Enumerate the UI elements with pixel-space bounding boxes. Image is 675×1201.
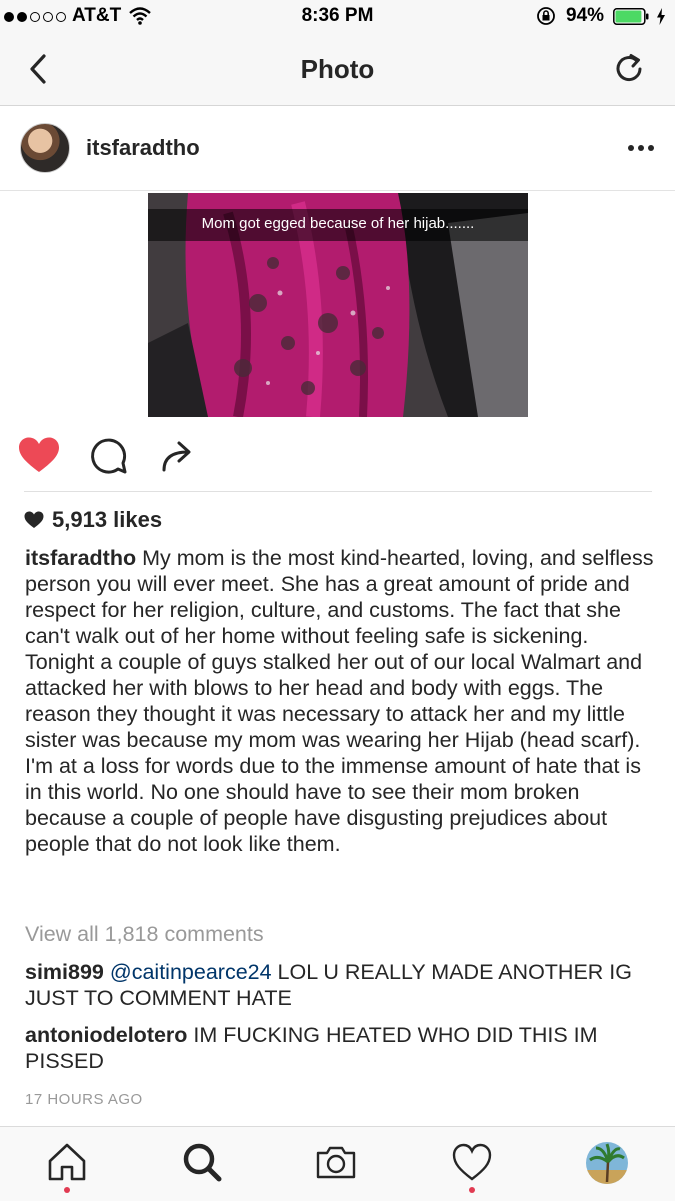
snap-caption-text: Mom got egged because of her hijab......… bbox=[201, 215, 475, 232]
search-icon[interactable] bbox=[180, 1140, 224, 1184]
home-notification-dot bbox=[64, 1187, 70, 1193]
view-all-comments-link[interactable]: View all 1,818 comments bbox=[25, 922, 264, 947]
comment-username[interactable]: simi899 bbox=[25, 960, 104, 984]
battery-percentage: 94% bbox=[566, 5, 605, 26]
comment: simi899 @caitinpearce24 LOL U REALLY MAD… bbox=[25, 959, 655, 1011]
comment-mention[interactable]: @caitinpearce24 bbox=[110, 960, 272, 984]
status-bar: AT&T 8:36 PM 94% bbox=[0, 0, 675, 36]
activity-heart-icon[interactable] bbox=[450, 1140, 494, 1184]
home-icon[interactable] bbox=[45, 1140, 89, 1184]
comment-username[interactable]: antoniodelotero bbox=[25, 1023, 187, 1047]
lock-rotation-icon bbox=[537, 7, 555, 25]
page-title: Photo bbox=[300, 54, 375, 84]
divider bbox=[24, 491, 652, 492]
avatar[interactable] bbox=[20, 123, 70, 173]
more-icon[interactable] bbox=[627, 141, 655, 155]
likes-heart-icon bbox=[24, 511, 44, 528]
activity-notification-dot bbox=[469, 1187, 475, 1193]
comment: antoniodelotero IM FUCKING HEATED WHO DI… bbox=[25, 1022, 655, 1074]
likes-count[interactable]: 5,913 likes bbox=[52, 507, 162, 533]
heart-icon[interactable] bbox=[17, 436, 61, 474]
battery-icon bbox=[613, 8, 649, 25]
caption-username[interactable]: itsfaradtho bbox=[25, 546, 136, 570]
divider bbox=[0, 190, 675, 191]
camera-icon[interactable] bbox=[314, 1140, 358, 1184]
palm-tree-avatar bbox=[586, 1142, 628, 1184]
profile-tab-avatar[interactable] bbox=[586, 1142, 628, 1184]
post-username[interactable]: itsfaradtho bbox=[86, 135, 200, 161]
post-caption: itsfaradtho My mom is the most kind-hear… bbox=[25, 545, 655, 857]
refresh-icon[interactable] bbox=[612, 52, 646, 86]
caption-text: My mom is the most kind-hearted, loving,… bbox=[25, 546, 654, 856]
share-icon[interactable] bbox=[158, 436, 194, 474]
charging-icon bbox=[657, 8, 665, 25]
post-timestamp: 17 HOURS AGO bbox=[25, 1091, 143, 1108]
comment-icon[interactable] bbox=[88, 436, 128, 476]
